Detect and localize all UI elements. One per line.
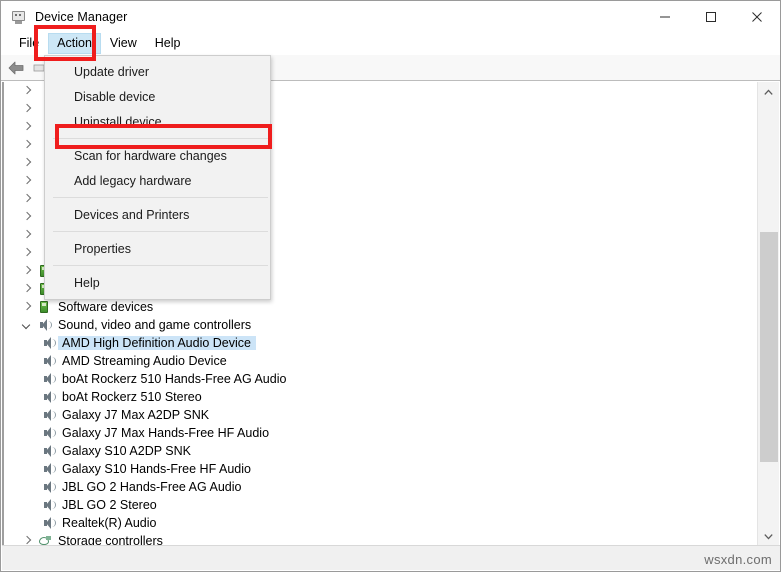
chevron-right-icon[interactable] (18, 159, 36, 168)
speaker-icon (40, 426, 58, 440)
tree-row-label: Realtek(R) Audio (62, 516, 157, 530)
chevron-right-icon[interactable] (18, 303, 36, 312)
tree-row[interactable]: boAt Rockerz 510 Hands-Free AG Audio (4, 370, 758, 388)
chevron-right-icon[interactable] (18, 249, 36, 258)
speaker-icon (40, 480, 58, 494)
scroll-up-icon[interactable] (758, 82, 779, 102)
menu-view[interactable]: View (101, 33, 146, 54)
tree-row-label: JBL GO 2 Hands-Free AG Audio (62, 480, 242, 494)
menu-item-uninstall-device[interactable]: Uninstall device (45, 109, 270, 134)
tree-row[interactable]: Realtek(R) Audio (4, 514, 758, 532)
speaker-icon (40, 444, 58, 458)
device-icon (36, 300, 54, 314)
window-controls (642, 1, 780, 32)
scroll-down-icon[interactable] (758, 526, 779, 546)
menu-separator (53, 265, 268, 266)
device-manager-window: Device Manager File Action View Help Sof… (0, 0, 781, 572)
window-title: Device Manager (35, 9, 128, 24)
action-dropdown-menu[interactable]: Update driver Disable device Uninstall dev… (44, 55, 271, 300)
tree-row[interactable]: JBL GO 2 Stereo (4, 496, 758, 514)
chevron-down-icon[interactable] (18, 321, 36, 330)
tree-row-label: boAt Rockerz 510 Hands-Free AG Audio (62, 372, 287, 386)
tree-row[interactable]: Software devices (4, 298, 758, 316)
title-bar: Device Manager (1, 1, 780, 32)
device-manager-icon (11, 9, 27, 25)
close-button[interactable] (734, 1, 780, 32)
speaker-icon (40, 390, 58, 404)
tree-row[interactable]: AMD High Definition Audio Device (4, 334, 758, 352)
speaker-icon (40, 516, 58, 530)
scrollbar-thumb[interactable] (760, 232, 778, 462)
speaker-icon (36, 318, 54, 332)
tree-row-label: boAt Rockerz 510 Stereo (62, 390, 202, 404)
tree-row-label: Galaxy J7 Max Hands-Free HF Audio (62, 426, 270, 440)
speaker-icon (40, 408, 58, 422)
menu-item-devices-and-printers[interactable]: Devices and Printers (45, 202, 270, 227)
chevron-right-icon[interactable] (18, 87, 36, 96)
menu-item-update-driver[interactable]: Update driver (45, 59, 270, 84)
status-bar (2, 545, 780, 570)
maximize-button[interactable] (688, 1, 734, 32)
menu-item-add-legacy-hardware[interactable]: Add legacy hardware (45, 168, 270, 193)
menu-separator (53, 138, 268, 139)
tree-row[interactable]: Galaxy S10 A2DP SNK (4, 442, 758, 460)
chevron-right-icon[interactable] (18, 231, 36, 240)
speaker-icon (40, 462, 58, 476)
tree-row-label: AMD High Definition Audio Device (58, 336, 256, 350)
menu-item-properties[interactable]: Properties (45, 236, 270, 261)
speaker-icon (40, 336, 58, 350)
tree-row[interactable]: Storage controllers (4, 532, 758, 546)
chevron-right-icon[interactable] (18, 267, 36, 276)
tree-row-label: JBL GO 2 Stereo (62, 498, 157, 512)
menu-item-help[interactable]: Help (45, 270, 270, 295)
chevron-right-icon[interactable] (18, 123, 36, 132)
tree-row-label: Software devices (58, 300, 154, 314)
menu-help[interactable]: Help (146, 33, 190, 54)
tree-row[interactable]: Galaxy J7 Max Hands-Free HF Audio (4, 424, 758, 442)
chevron-right-icon[interactable] (18, 177, 36, 186)
chevron-right-icon[interactable] (18, 105, 36, 114)
speaker-icon (40, 354, 58, 368)
tree-row[interactable]: Galaxy S10 Hands-Free HF Audio (4, 460, 758, 478)
menu-separator (53, 197, 268, 198)
back-arrow-icon[interactable] (7, 60, 26, 76)
speaker-icon (40, 372, 58, 386)
tree-row[interactable]: AMD Streaming Audio Device (4, 352, 758, 370)
watermark: wsxdn.com (704, 552, 772, 567)
tree-row-label: Sound, video and game controllers (58, 318, 252, 332)
menu-bar: File Action View Help (1, 32, 780, 55)
menu-separator (53, 231, 268, 232)
menu-action[interactable]: Action (48, 33, 101, 54)
tree-row[interactable]: boAt Rockerz 510 Stereo (4, 388, 758, 406)
chevron-right-icon[interactable] (18, 285, 36, 294)
speaker-icon (40, 498, 58, 512)
chevron-right-icon[interactable] (18, 141, 36, 150)
tree-row[interactable]: JBL GO 2 Hands-Free AG Audio (4, 478, 758, 496)
tree-row-label: Galaxy S10 Hands-Free HF Audio (62, 462, 251, 476)
menu-file[interactable]: File (10, 33, 48, 54)
tree-row-label: AMD Streaming Audio Device (62, 354, 227, 368)
tree-row-label: Galaxy J7 Max A2DP SNK (62, 408, 210, 422)
chevron-right-icon[interactable] (18, 213, 36, 222)
menu-item-scan-for-hardware-changes[interactable]: Scan for hardware changes (45, 143, 270, 168)
chevron-right-icon[interactable] (18, 195, 36, 204)
menu-item-disable-device[interactable]: Disable device (45, 84, 270, 109)
tree-row[interactable]: Sound, video and game controllers (4, 316, 758, 334)
tree-row[interactable]: Galaxy J7 Max A2DP SNK (4, 406, 758, 424)
device-tree-rows: ⚲Security devicesSoftware componentsSoft… (4, 262, 758, 546)
minimize-button[interactable] (642, 1, 688, 32)
vertical-scrollbar[interactable] (757, 82, 779, 546)
tree-row-label: Galaxy S10 A2DP SNK (62, 444, 192, 458)
